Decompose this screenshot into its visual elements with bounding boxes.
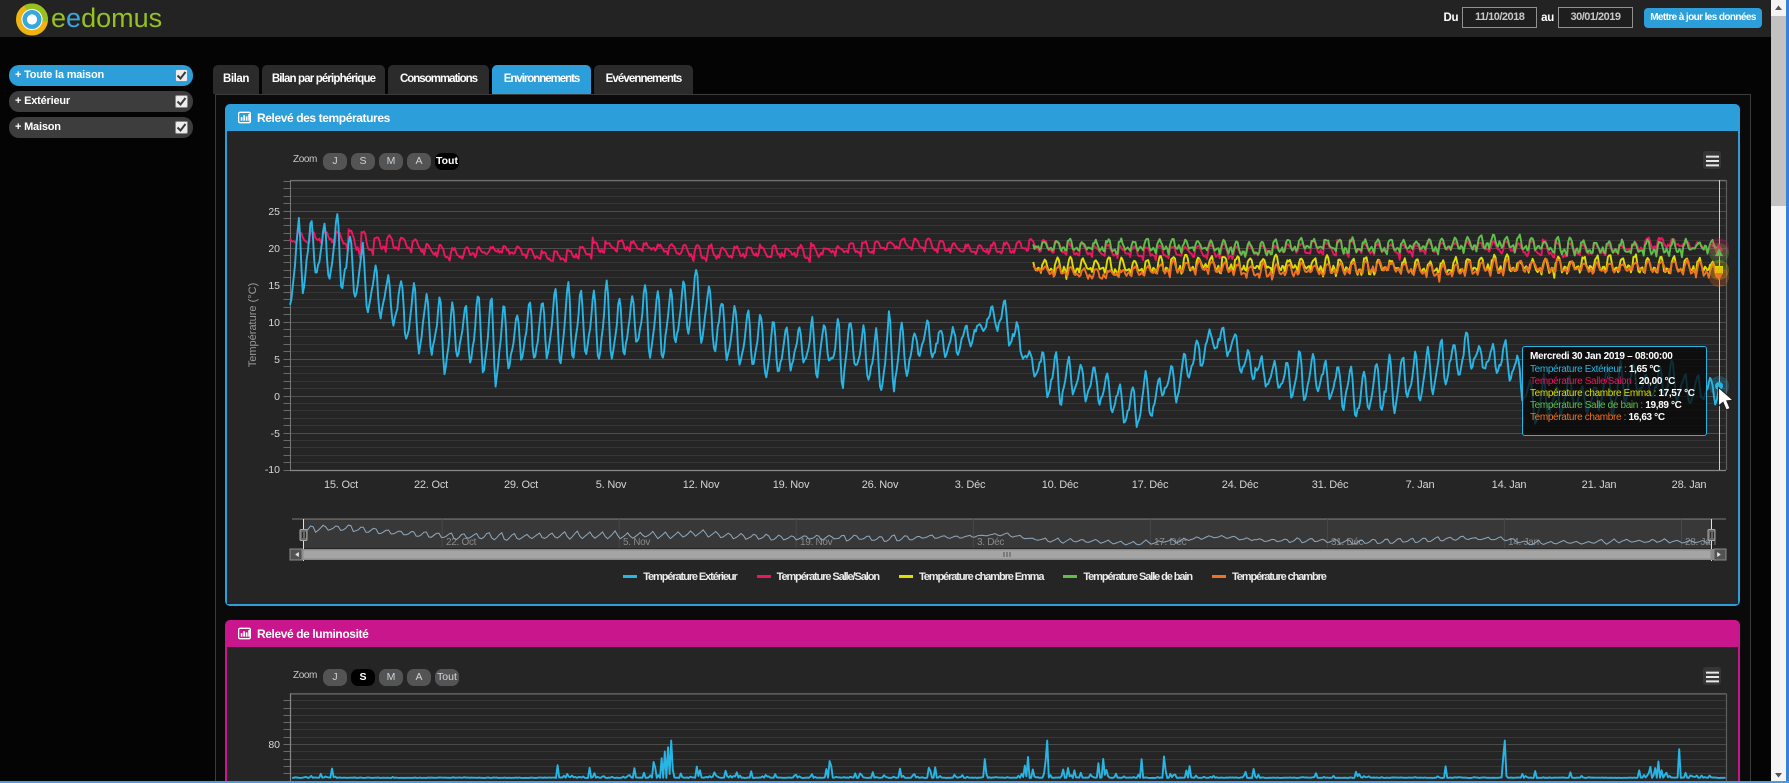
svg-text:22. Oct: 22. Oct <box>414 479 448 491</box>
svg-text:80: 80 <box>268 739 280 751</box>
svg-text:29. Oct: 29. Oct <box>504 479 538 491</box>
svg-text:15. Oct: 15. Oct <box>324 479 358 491</box>
svg-text:26. Nov: 26. Nov <box>862 479 899 491</box>
svg-text:7. Jan: 7. Jan <box>1406 479 1435 491</box>
svg-text:17. Déc: 17. Déc <box>1154 537 1187 548</box>
svg-text:15: 15 <box>268 280 280 292</box>
svg-text:19. Nov: 19. Nov <box>800 537 833 548</box>
svg-text:3. Déc: 3. Déc <box>977 537 1004 548</box>
svg-text:-5: -5 <box>271 428 280 440</box>
svg-text:-10: -10 <box>265 464 280 476</box>
svg-text:17. Déc: 17. Déc <box>1132 479 1169 491</box>
svg-text:5: 5 <box>274 354 280 366</box>
svg-text:20: 20 <box>268 243 280 255</box>
svg-text:28. Jan: 28. Jan <box>1672 479 1707 491</box>
svg-text:3. Déc: 3. Déc <box>955 479 986 491</box>
svg-text:12. Nov: 12. Nov <box>683 479 720 491</box>
svg-text:Température (°C): Température (°C) <box>247 283 259 367</box>
svg-text:10. Déc: 10. Déc <box>1042 479 1079 491</box>
svg-text:31. Déc: 31. Déc <box>1312 479 1349 491</box>
svg-text:0: 0 <box>274 391 280 403</box>
svg-text:10: 10 <box>268 317 280 329</box>
svg-text:14. Jan: 14. Jan <box>1492 479 1527 491</box>
svg-text:22. Oct: 22. Oct <box>446 537 477 548</box>
svg-text:19. Nov: 19. Nov <box>773 479 810 491</box>
svg-text:25: 25 <box>268 206 280 218</box>
svg-text:31. Déc: 31. Déc <box>1331 537 1364 548</box>
svg-text:21. Jan: 21. Jan <box>1582 479 1617 491</box>
svg-text:5. Nov: 5. Nov <box>596 479 627 491</box>
svg-text:5. Nov: 5. Nov <box>623 537 650 548</box>
svg-text:24. Déc: 24. Déc <box>1222 479 1259 491</box>
